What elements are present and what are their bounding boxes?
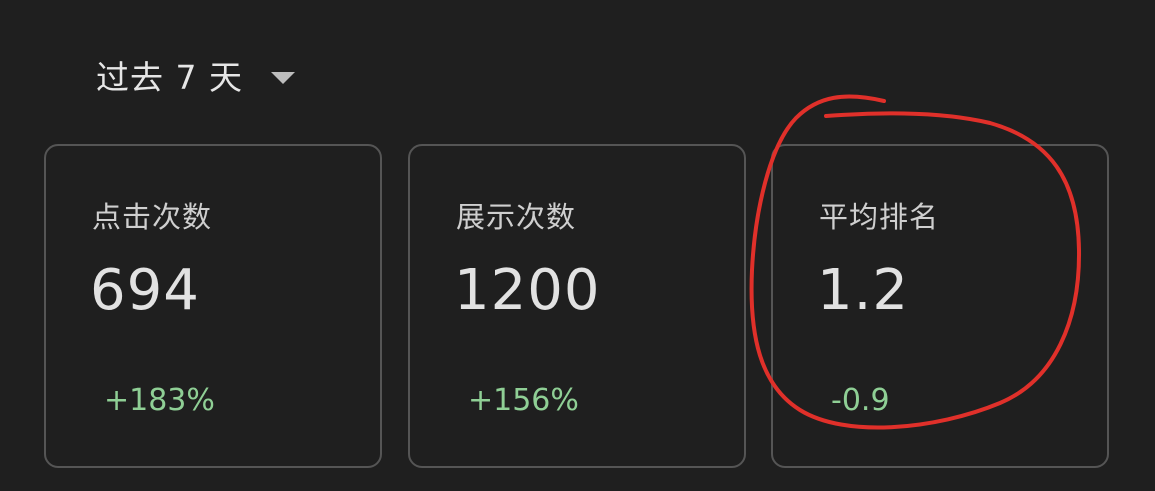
metric-card-average-position[interactable]: 平均排名 1.2 -0.9	[771, 144, 1109, 468]
metric-delta: +156%	[468, 383, 579, 418]
chevron-down-icon	[270, 72, 295, 84]
metric-delta: -0.9	[831, 383, 890, 418]
metric-delta: +183%	[104, 383, 215, 418]
period-dropdown[interactable]: 过去 7 天	[96, 50, 295, 100]
metric-title: 平均排名	[819, 200, 940, 234]
performance-summary: 过去 7 天 点击次数 694 +183% 展示次数 1200 +156% 平均…	[0, 0, 1155, 491]
metric-value: 1200	[454, 258, 601, 323]
period-label: 过去 7 天	[96, 58, 243, 97]
metric-value: 694	[90, 258, 200, 323]
metric-card-clicks[interactable]: 点击次数 694 +183%	[44, 144, 382, 468]
metric-card-impressions[interactable]: 展示次数 1200 +156%	[408, 144, 746, 468]
metric-title: 展示次数	[456, 200, 577, 234]
metric-value: 1.2	[817, 258, 910, 323]
metric-title: 点击次数	[92, 200, 213, 234]
